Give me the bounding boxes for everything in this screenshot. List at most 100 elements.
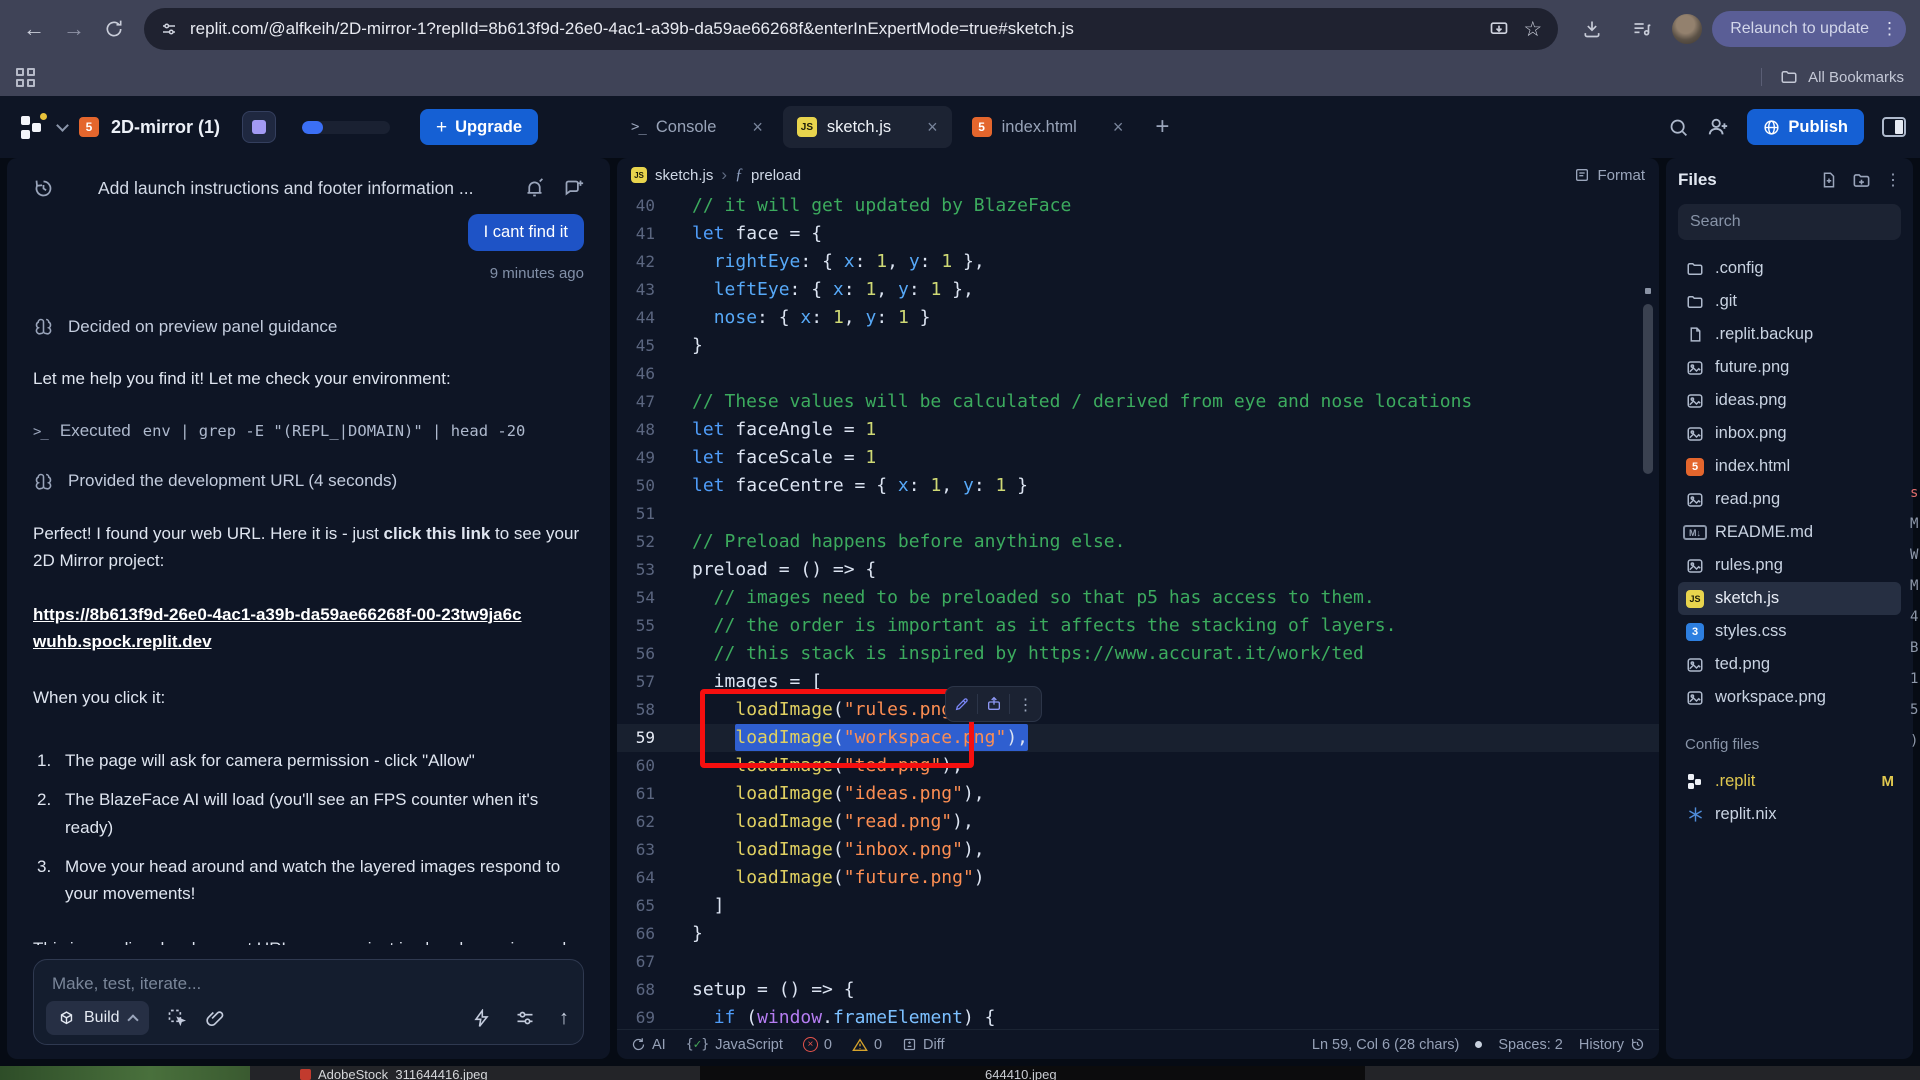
code-line[interactable]: 46 bbox=[617, 360, 1659, 388]
settings-sliders-icon[interactable] bbox=[515, 1008, 535, 1028]
browser-menu-icon[interactable]: ⋮ bbox=[1881, 19, 1898, 39]
code-line[interactable]: 48let faceAngle = 1 bbox=[617, 416, 1659, 444]
code-line[interactable]: 42 rightEye: { x: 1, y: 1 }, bbox=[617, 248, 1659, 276]
media-playlist-icon[interactable] bbox=[1622, 9, 1662, 49]
code-line[interactable]: 56 // this stack is inspired by https://… bbox=[617, 640, 1659, 668]
new-file-icon[interactable] bbox=[1820, 171, 1838, 189]
bookmark-star-icon[interactable]: ☆ bbox=[1523, 17, 1542, 42]
code-lines[interactable]: 40// it will get updated by BlazeFace41l… bbox=[617, 192, 1659, 1029]
tab-console[interactable]: >_ Console × bbox=[617, 106, 777, 148]
code-line[interactable]: 57 images = [ bbox=[617, 668, 1659, 696]
indentation-setting[interactable]: Spaces: 2 bbox=[1498, 1037, 1563, 1053]
invite-user-icon[interactable] bbox=[1707, 116, 1729, 138]
project-name[interactable]: 2D-mirror (1) bbox=[111, 117, 220, 138]
downloads-icon[interactable] bbox=[1572, 9, 1612, 49]
breadcrumb-symbol[interactable]: preload bbox=[751, 167, 801, 184]
address-bar[interactable]: ☆ bbox=[144, 8, 1558, 50]
files-menu-icon[interactable]: ⋮ bbox=[1885, 170, 1901, 190]
file-item[interactable]: future.png bbox=[1678, 351, 1901, 384]
editor-scrollbar[interactable] bbox=[1643, 304, 1653, 474]
file-item[interactable]: ted.png bbox=[1678, 648, 1901, 681]
code-line[interactable]: 54 // images need to be preloaded so tha… bbox=[617, 584, 1659, 612]
new-tab-icon[interactable]: + bbox=[1155, 113, 1169, 141]
breadcrumb-file[interactable]: sketch.js bbox=[655, 167, 713, 184]
code-line[interactable]: 44 nose: { x: 1, y: 1 } bbox=[617, 304, 1659, 332]
back-icon[interactable]: ← bbox=[14, 9, 54, 49]
file-item[interactable]: read.png bbox=[1678, 483, 1901, 516]
code-line[interactable]: 41let face = { bbox=[617, 220, 1659, 248]
stop-button[interactable] bbox=[242, 111, 276, 143]
code-line[interactable]: 67 bbox=[617, 948, 1659, 976]
close-icon[interactable]: × bbox=[752, 117, 763, 138]
diff-toggle[interactable]: Diff bbox=[902, 1037, 945, 1053]
install-app-icon[interactable] bbox=[1489, 19, 1509, 39]
all-bookmarks-label[interactable]: All Bookmarks bbox=[1808, 69, 1904, 86]
file-item[interactable]: .config bbox=[1678, 252, 1901, 285]
code-line[interactable]: 50let faceCentre = { x: 1, y: 1 } bbox=[617, 472, 1659, 500]
agent-composer[interactable]: Build bbox=[33, 959, 584, 1045]
forward-icon[interactable]: → bbox=[54, 9, 94, 49]
file-item[interactable]: M↓README.md bbox=[1678, 516, 1901, 549]
code-line[interactable]: 49let faceScale = 1 bbox=[617, 444, 1659, 472]
code-line[interactable]: 58 loadImage("rules.png"), bbox=[617, 696, 1659, 724]
tab-sketch-js[interactable]: JS sketch.js × bbox=[783, 106, 952, 148]
code-line[interactable]: 68setup = () => { bbox=[617, 976, 1659, 1004]
code-line[interactable]: 62 loadImage("read.png"), bbox=[617, 808, 1659, 836]
chevron-down-icon[interactable] bbox=[56, 119, 69, 132]
history-icon[interactable] bbox=[33, 178, 54, 199]
tab-index-html[interactable]: 5 index.html × bbox=[958, 106, 1138, 148]
development-url-link[interactable]: https://8b613f9d-26e0-4ac1-a39b-da59ae66… bbox=[33, 601, 533, 656]
browser-profile-avatar[interactable] bbox=[1672, 14, 1702, 44]
code-line[interactable]: 69 if (window.frameElement) { bbox=[617, 1004, 1659, 1029]
code-line[interactable]: 45} bbox=[617, 332, 1659, 360]
file-item[interactable]: ideas.png bbox=[1678, 384, 1901, 417]
send-icon[interactable]: ↑ bbox=[559, 1007, 569, 1030]
apps-grid-icon[interactable] bbox=[16, 68, 35, 87]
code-line[interactable]: 47// These values will be calculated / d… bbox=[617, 388, 1659, 416]
file-item[interactable]: .git bbox=[1678, 285, 1901, 318]
file-item[interactable]: 3styles.css bbox=[1678, 615, 1901, 648]
warning-count[interactable]: 0 bbox=[852, 1037, 882, 1053]
file-item[interactable]: workspace.png bbox=[1678, 681, 1901, 714]
publish-button[interactable]: Publish bbox=[1747, 109, 1864, 145]
code-line[interactable]: 63 loadImage("inbox.png"), bbox=[617, 836, 1659, 864]
file-item[interactable]: .replitM bbox=[1678, 765, 1901, 798]
code-line[interactable]: 53preload = () => { bbox=[617, 556, 1659, 584]
file-search[interactable] bbox=[1678, 204, 1901, 240]
layout-toggle-icon[interactable] bbox=[1882, 117, 1906, 137]
ai-toggle[interactable]: AI bbox=[631, 1037, 666, 1053]
history-button[interactable]: History bbox=[1579, 1037, 1645, 1053]
agent-thread-title[interactable]: Add launch instructions and footer infor… bbox=[98, 178, 506, 199]
build-mode-button[interactable]: Build bbox=[46, 1001, 149, 1035]
more-options-icon[interactable]: ⋮ bbox=[1010, 687, 1041, 721]
code-line[interactable]: 66} bbox=[617, 920, 1659, 948]
close-icon[interactable]: × bbox=[1113, 117, 1124, 138]
search-icon[interactable] bbox=[1668, 117, 1689, 138]
file-item[interactable]: inbox.png bbox=[1678, 417, 1901, 450]
file-search-input[interactable] bbox=[1690, 213, 1889, 231]
agent-status-row[interactable]: Decided on preview panel guidance bbox=[33, 316, 584, 337]
code-line[interactable]: 40// it will get updated by BlazeFace bbox=[617, 192, 1659, 220]
new-thread-icon[interactable] bbox=[563, 178, 584, 199]
executed-command-row[interactable]: >_ Executed env | grep -E "(REPL_|DOMAIN… bbox=[33, 421, 584, 441]
file-item[interactable]: 5index.html bbox=[1678, 450, 1901, 483]
code-editor[interactable]: 40// it will get updated by BlazeFace41l… bbox=[617, 192, 1659, 1029]
agent-input[interactable] bbox=[52, 974, 565, 994]
quick-actions-icon[interactable] bbox=[472, 1009, 491, 1028]
file-item[interactable]: rules.png bbox=[1678, 549, 1901, 582]
code-line[interactable]: 60 loadImage("ted.png"), bbox=[617, 752, 1659, 780]
file-item[interactable]: replit.nix bbox=[1678, 798, 1901, 831]
code-line[interactable]: 43 leftEye: { x: 1, y: 1 }, bbox=[617, 276, 1659, 304]
code-line[interactable]: 64 loadImage("future.png") bbox=[617, 864, 1659, 892]
code-line[interactable]: 51 bbox=[617, 500, 1659, 528]
replit-logo-icon[interactable] bbox=[20, 114, 46, 140]
agent-status-row[interactable]: Provided the development URL (4 seconds) bbox=[33, 471, 584, 492]
file-item[interactable]: JSsketch.js bbox=[1678, 582, 1901, 615]
relaunch-button[interactable]: Relaunch to update ⋮ bbox=[1712, 11, 1906, 47]
chat-scroll-area[interactable]: I cant find it 9 minutes ago Decided on … bbox=[33, 212, 584, 945]
export-icon[interactable] bbox=[978, 687, 1009, 721]
language-indicator[interactable]: {✓} JavaScript bbox=[686, 1037, 783, 1053]
attachment-icon[interactable] bbox=[205, 1008, 225, 1028]
reload-icon[interactable] bbox=[94, 9, 134, 49]
cursor-position[interactable]: Ln 59, Col 6 (28 chars) bbox=[1312, 1037, 1460, 1053]
